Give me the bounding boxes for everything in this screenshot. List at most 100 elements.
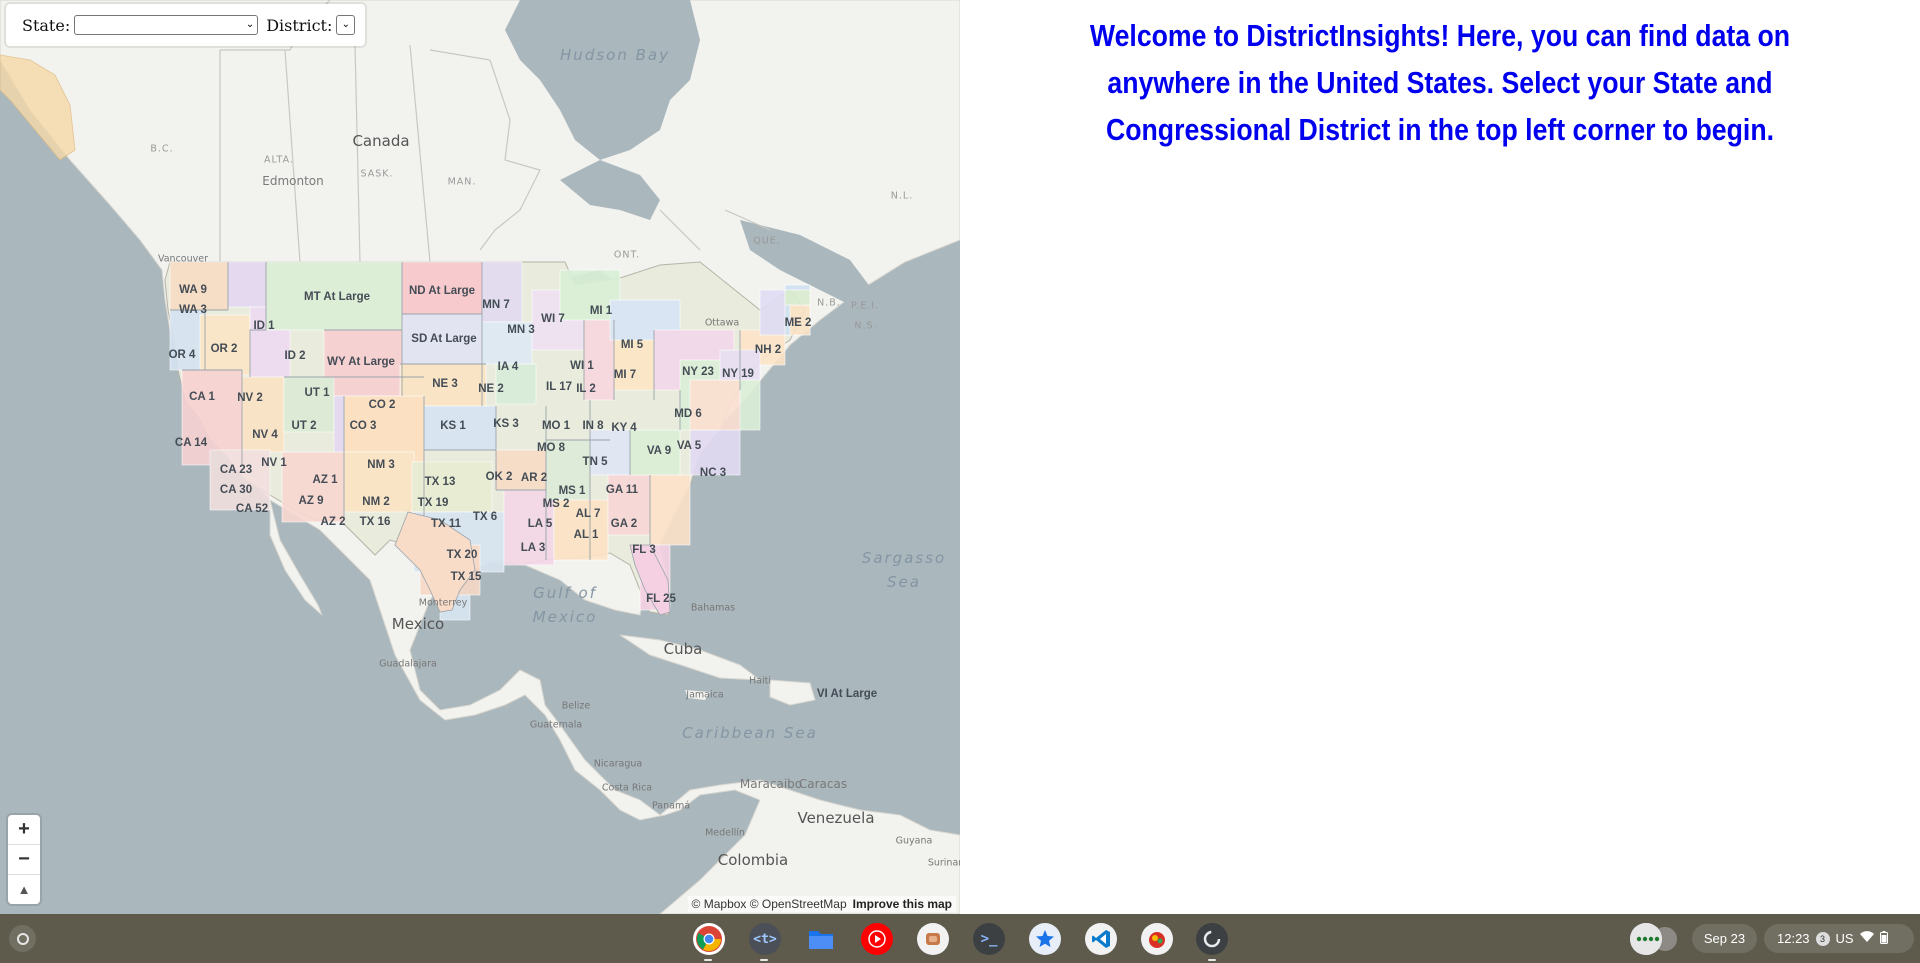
district-label[interactable]: MI 1	[590, 305, 612, 317]
app-icon[interactable]	[917, 923, 949, 955]
district-label[interactable]: NM 2	[362, 496, 389, 508]
district-select[interactable]: ⌄	[336, 15, 356, 35]
files-icon[interactable]	[805, 923, 837, 955]
district-label[interactable]: AL 1	[574, 529, 599, 541]
district-label[interactable]: WI 7	[541, 313, 565, 325]
district-label[interactable]: IA 4	[498, 361, 519, 373]
district-label[interactable]: VI At Large	[817, 688, 877, 700]
chrome-icon[interactable]	[693, 923, 725, 955]
district-label[interactable]: WA 3	[179, 304, 207, 316]
district-label[interactable]: WY At Large	[327, 356, 395, 368]
district-label[interactable]: AR 2	[521, 472, 547, 484]
app-icon[interactable]	[1196, 923, 1228, 955]
district-label[interactable]: MO 1	[542, 420, 570, 432]
zoom-out-button[interactable]: −	[8, 845, 40, 875]
district-label[interactable]: UT 1	[305, 387, 330, 399]
district-label[interactable]: IN 8	[582, 420, 603, 432]
district-label[interactable]: OK 2	[486, 471, 513, 483]
terminal-icon[interactable]: >_	[973, 923, 1005, 955]
district-label[interactable]: TX 11	[431, 518, 461, 530]
district-label[interactable]: TX 16	[360, 516, 391, 528]
district-label[interactable]: ID 1	[253, 320, 274, 332]
district-label[interactable]: MI 7	[614, 369, 636, 381]
district-label[interactable]: NH 2	[755, 344, 781, 356]
district-label[interactable]: GA 11	[606, 484, 638, 496]
district-label[interactable]: TX 19	[418, 497, 449, 509]
district-label[interactable]: KS 3	[493, 418, 519, 430]
district-label[interactable]: VA 5	[677, 440, 701, 452]
district-label[interactable]: VA 9	[647, 445, 671, 457]
district-label[interactable]: CO 3	[350, 420, 377, 432]
district-label[interactable]: NC 3	[700, 467, 726, 479]
district-label[interactable]: GA 2	[611, 518, 637, 530]
text-editor-icon[interactable]: <t>	[749, 923, 781, 955]
district-label[interactable]: IL 17	[546, 381, 572, 393]
district-label[interactable]: FL 25	[646, 593, 676, 605]
district-label[interactable]: MS 1	[559, 485, 586, 497]
district-label[interactable]: TX 15	[451, 571, 482, 583]
district-label[interactable]: NV 2	[237, 392, 263, 404]
district-label[interactable]: AL 7	[576, 508, 601, 520]
district-label[interactable]: NY 23	[682, 366, 714, 378]
district-label[interactable]: NM 3	[367, 459, 394, 471]
district-label[interactable]: FL 3	[632, 544, 655, 556]
state-label: State:	[22, 15, 71, 35]
district-label[interactable]: TX 6	[473, 511, 497, 523]
district-label[interactable]: CA 30	[220, 484, 252, 496]
district-label[interactable]: NE 2	[478, 383, 504, 395]
district-label[interactable]: CO 2	[369, 399, 396, 411]
district-label[interactable]: NV 1	[261, 457, 287, 469]
district-label[interactable]: OR 2	[211, 343, 238, 355]
district-label[interactable]: OR 4	[169, 349, 196, 361]
district-label[interactable]: WI 1	[570, 360, 594, 372]
attribution-text[interactable]: © Mapbox © OpenStreetMap	[692, 897, 847, 911]
district-label[interactable]: TX 13	[425, 476, 456, 488]
district-label[interactable]: CA 14	[175, 437, 207, 449]
launcher-button[interactable]	[9, 925, 36, 952]
state-select[interactable]: ⌄	[74, 15, 259, 35]
running-indicator	[704, 959, 712, 961]
date-tray[interactable]: Sep 23	[1692, 924, 1757, 953]
district-label[interactable]: KY 4	[611, 422, 636, 434]
avatar[interactable]	[1630, 923, 1662, 955]
district-label[interactable]: MD 6	[674, 408, 701, 420]
district-label[interactable]: CA 52	[236, 503, 268, 515]
district-label[interactable]: MN 7	[482, 299, 509, 311]
province-alta-label: ALTA.	[264, 154, 294, 166]
district-label[interactable]: NY 19	[722, 368, 754, 380]
district-label[interactable]: MO 8	[537, 442, 565, 454]
app-icon[interactable]	[1029, 923, 1061, 955]
district-label[interactable]: ME 2	[785, 317, 812, 329]
district-label[interactable]: CA 23	[220, 464, 252, 476]
status-tray[interactable]: 12:23 3 US	[1764, 924, 1914, 953]
district-label[interactable]: LA 5	[528, 518, 553, 530]
district-label[interactable]: LA 3	[521, 542, 546, 554]
district-label[interactable]: TN 5	[583, 456, 608, 468]
district-label[interactable]: TX 20	[447, 549, 478, 561]
district-label[interactable]: MI 5	[621, 339, 643, 351]
edmonton-label: Edmonton	[262, 174, 324, 188]
district-label[interactable]: ID 2	[284, 350, 305, 362]
district-label[interactable]: KS 1	[440, 420, 466, 432]
compass-icon[interactable]: ▲	[8, 875, 40, 904]
district-label[interactable]: AZ 1	[313, 474, 338, 486]
zoom-in-button[interactable]: +	[8, 815, 40, 845]
district-label[interactable]: MN 3	[507, 324, 534, 336]
district-label[interactable]: AZ 2	[321, 516, 346, 528]
district-label[interactable]: AZ 9	[299, 495, 324, 507]
district-map[interactable]: Hudson Bay Canada Edmonton Vancouver Ott…	[0, 0, 960, 914]
youtube-music-icon[interactable]	[861, 923, 893, 955]
vscode-icon[interactable]	[1085, 923, 1117, 955]
district-label[interactable]: IL 2	[576, 383, 596, 395]
district-label[interactable]: MS 2	[543, 498, 570, 510]
improve-map-link[interactable]: Improve this map	[853, 897, 952, 911]
district-label[interactable]: SD At Large	[411, 333, 476, 345]
district-label[interactable]: WA 9	[179, 284, 207, 296]
district-label[interactable]: NV 4	[252, 429, 278, 441]
district-label[interactable]: UT 2	[292, 420, 317, 432]
district-label[interactable]: MT At Large	[304, 291, 370, 303]
district-label[interactable]: CA 1	[189, 391, 215, 403]
app-icon[interactable]	[1141, 923, 1173, 955]
district-label[interactable]: NE 3	[432, 378, 458, 390]
district-label[interactable]: ND At Large	[409, 285, 475, 297]
